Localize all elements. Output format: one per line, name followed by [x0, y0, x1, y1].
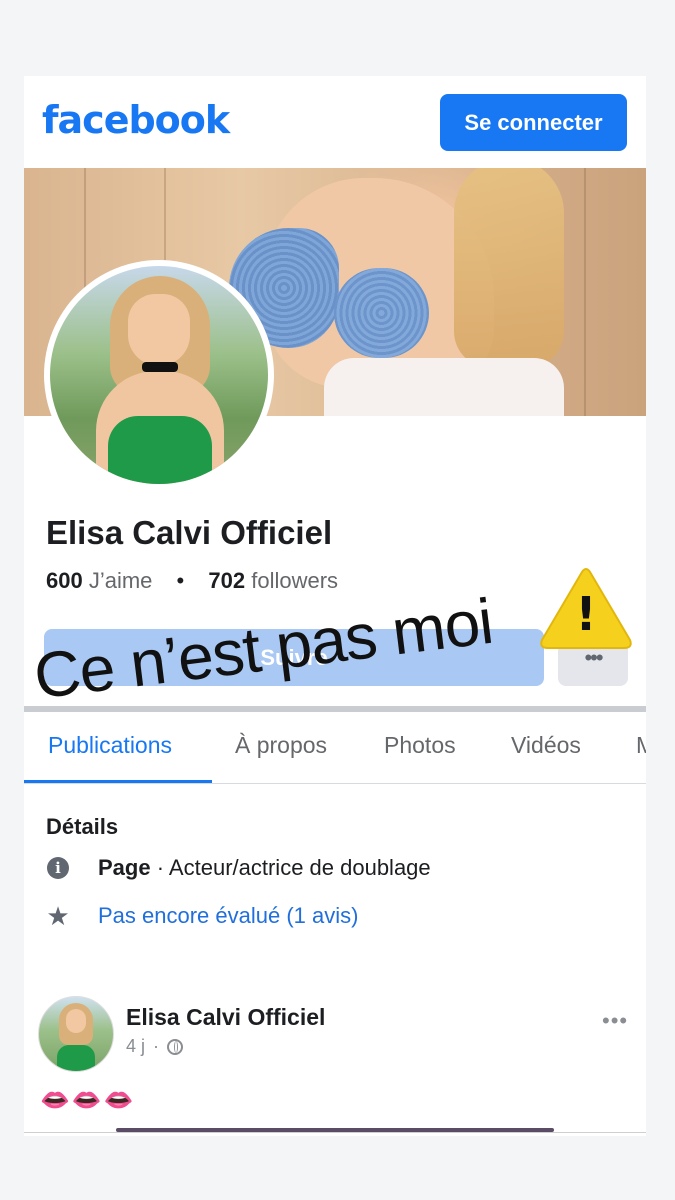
post-options-button[interactable]: •••	[602, 1008, 628, 1034]
info-icon: i	[44, 854, 72, 882]
post-time[interactable]: 4 j	[126, 1036, 145, 1057]
post-author-avatar[interactable]	[38, 996, 114, 1072]
page-stats: 600 J’aime • 702 followers	[46, 568, 338, 594]
post-text: 👄👄👄	[40, 1087, 136, 1114]
page-title: Elisa Calvi Officiel	[46, 514, 333, 551]
followers-count[interactable]: 702	[208, 568, 245, 593]
followers-label[interactable]: followers	[251, 568, 338, 593]
tab-publications[interactable]: Publications	[48, 732, 172, 759]
warning-icon: !	[540, 568, 632, 649]
tabs-divider	[24, 783, 646, 784]
details-heading: Détails	[46, 814, 119, 839]
star-icon: ★	[46, 901, 70, 931]
profile-picture[interactable]	[44, 260, 274, 490]
detail-rating: ★ Pas encore évalué (1 avis)	[44, 902, 358, 930]
category-value: · Acteur/actrice de doublage	[150, 855, 431, 880]
category-label: Page	[98, 855, 151, 880]
detail-category: i Page · Acteur/actrice de doublage	[44, 854, 431, 882]
top-bar: facebook Se connecter	[24, 76, 646, 168]
profile-tabs: Publications À propos Photos Vidéos M	[24, 716, 646, 784]
post-meta-separator: ·	[153, 1036, 160, 1056]
tab-photos[interactable]: Photos	[384, 732, 456, 759]
rating-link[interactable]: Pas encore évalué (1 avis)	[98, 903, 358, 929]
warning-mark: !	[576, 587, 597, 641]
facebook-logo[interactable]: facebook	[42, 98, 230, 142]
likes-label: J’aime	[88, 568, 153, 593]
section-divider	[24, 706, 646, 712]
login-button[interactable]: Se connecter	[440, 94, 627, 151]
card-bottom-divider	[24, 1132, 646, 1133]
post-author-name[interactable]: Elisa Calvi Officiel	[126, 1004, 325, 1031]
post-meta: 4 j ·	[126, 1036, 184, 1057]
stats-separator: •	[176, 568, 185, 593]
tab-more[interactable]: M	[636, 732, 646, 759]
tab-videos[interactable]: Vidéos	[511, 732, 581, 759]
globe-icon	[167, 1038, 184, 1055]
likes-count: 600	[46, 568, 83, 593]
tab-about[interactable]: À propos	[235, 732, 327, 759]
